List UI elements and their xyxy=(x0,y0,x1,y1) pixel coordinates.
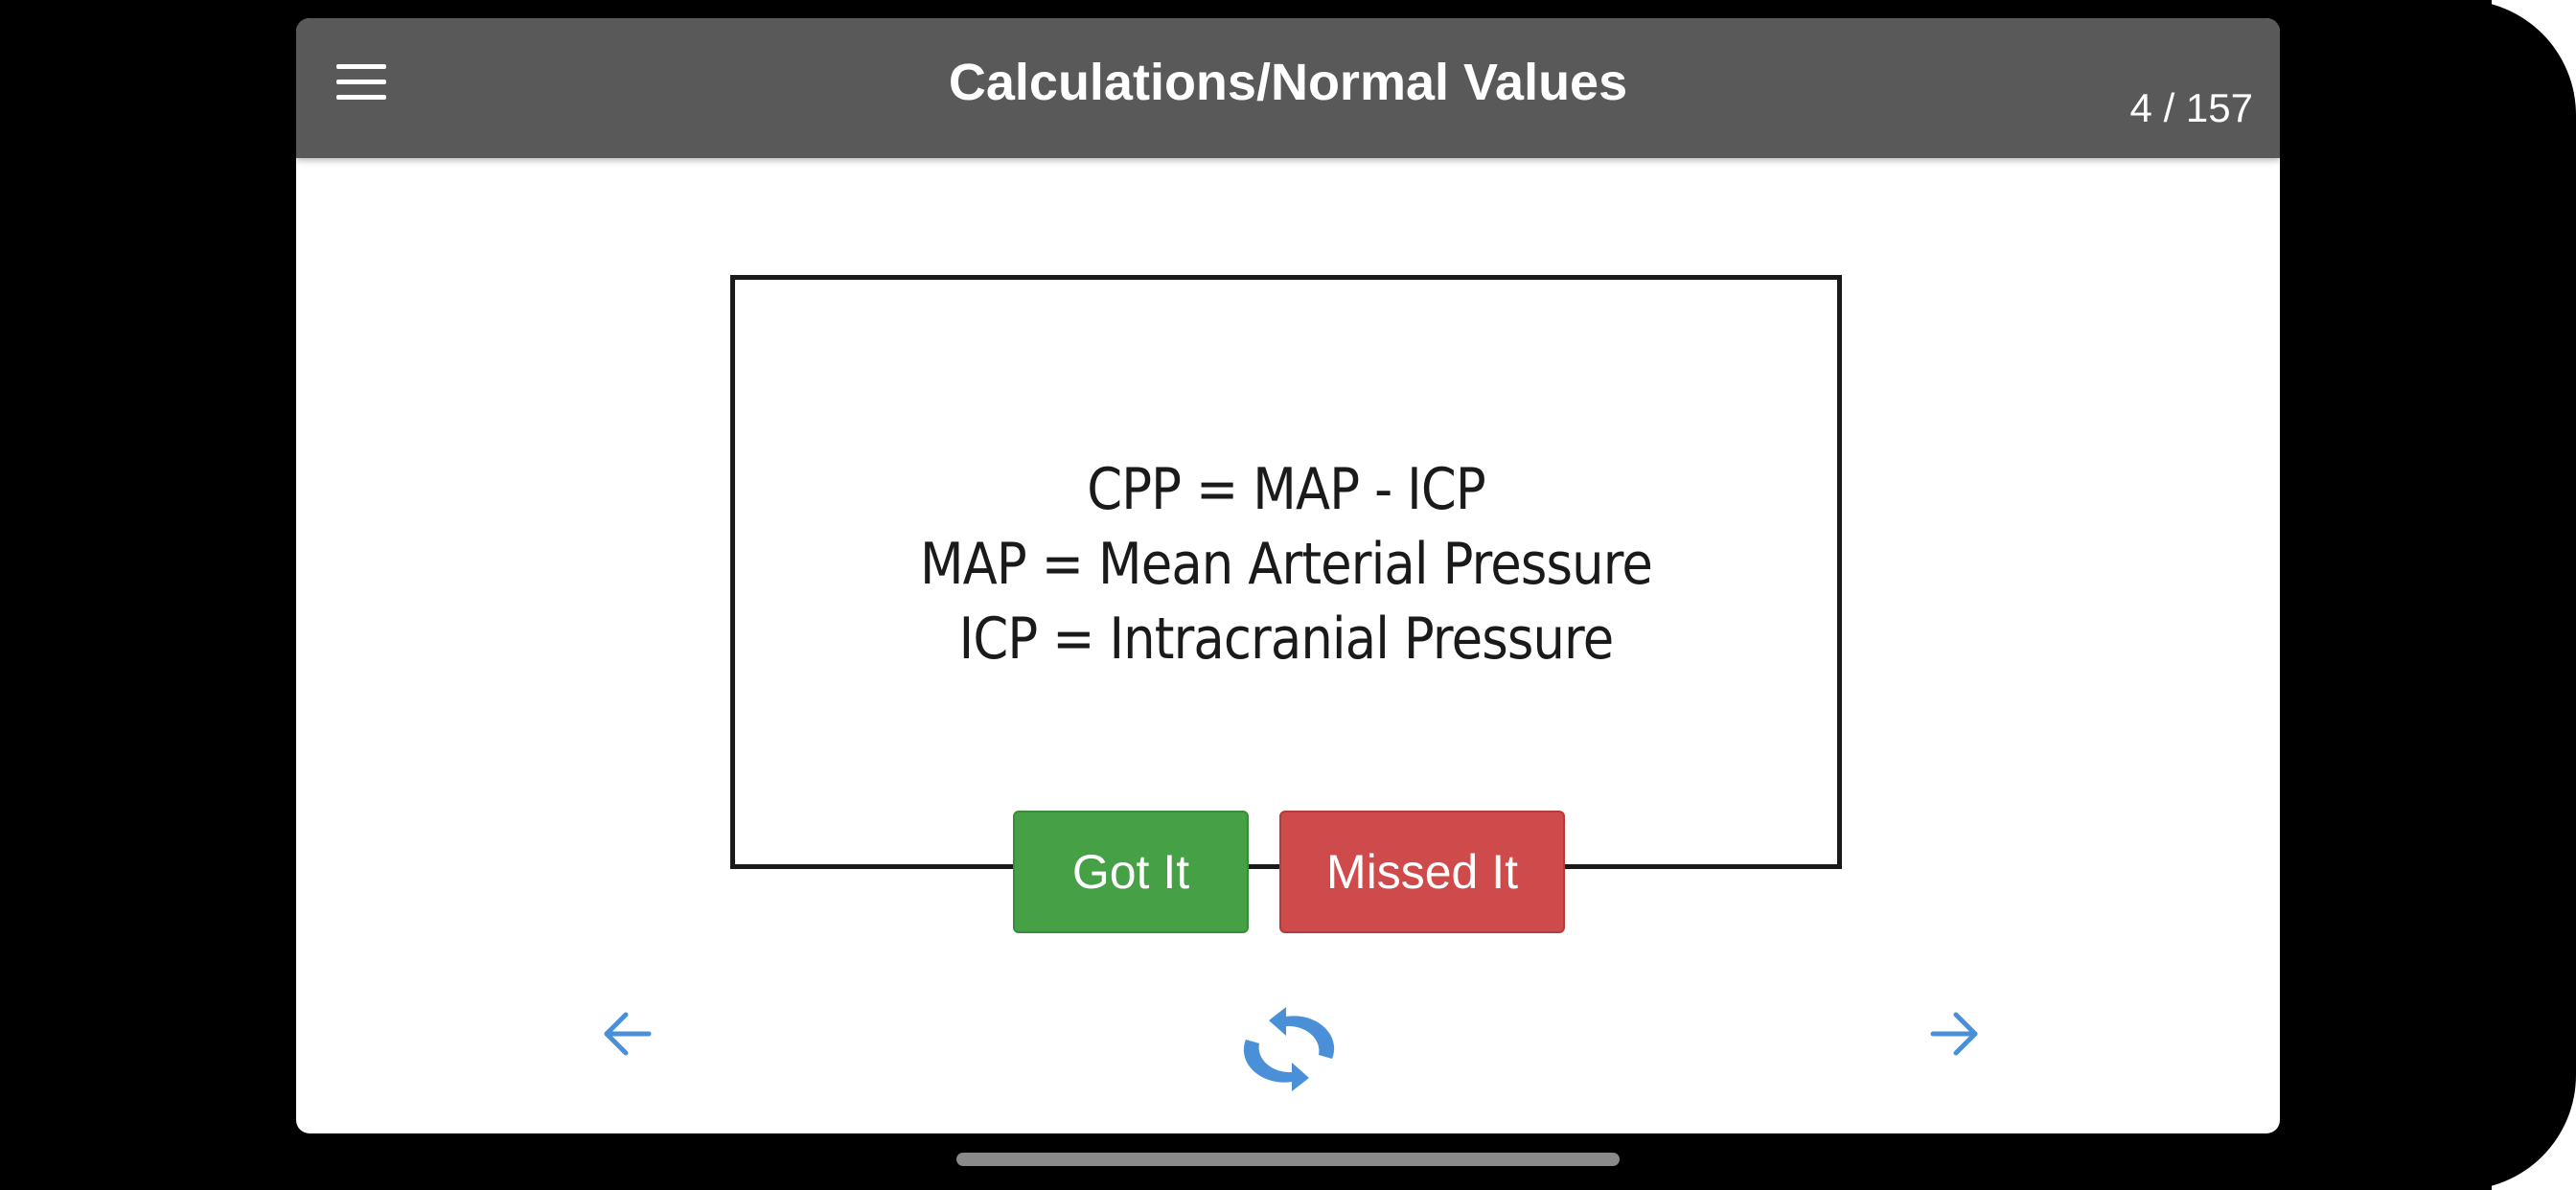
home-indicator[interactable] xyxy=(956,1153,1620,1166)
arrow-left-icon[interactable] xyxy=(599,1005,656,1063)
top-navbar: Calculations/Normal Values 4 / 157 xyxy=(296,18,2280,158)
flashcard-line: CPP = MAP - ICP xyxy=(1087,456,1485,523)
flashcard-line: ICP = Intracranial Pressure xyxy=(958,606,1615,673)
flashcard-line: MAP = Mean Arterial Pressure xyxy=(919,531,1653,598)
device-frame: Calculations/Normal Values 4 / 157 CPP =… xyxy=(0,0,2576,1190)
hamburger-menu-icon[interactable] xyxy=(336,64,386,101)
refresh-icon[interactable] xyxy=(1232,1003,1346,1095)
card-counter: 4 / 157 xyxy=(2129,85,2253,130)
app-screen: Calculations/Normal Values 4 / 157 CPP =… xyxy=(296,18,2280,1133)
flashcard[interactable]: CPP = MAP - ICP MAP = Mean Arterial Pres… xyxy=(730,275,1842,869)
arrow-right-icon[interactable] xyxy=(1925,1005,1983,1063)
got-it-button[interactable]: Got It xyxy=(1013,811,1249,933)
missed-it-button[interactable]: Missed It xyxy=(1279,811,1565,933)
page-title: Calculations/Normal Values xyxy=(948,54,1628,111)
flashcard-content: CPP = MAP - ICP MAP = Mean Arterial Pres… xyxy=(735,452,1837,676)
